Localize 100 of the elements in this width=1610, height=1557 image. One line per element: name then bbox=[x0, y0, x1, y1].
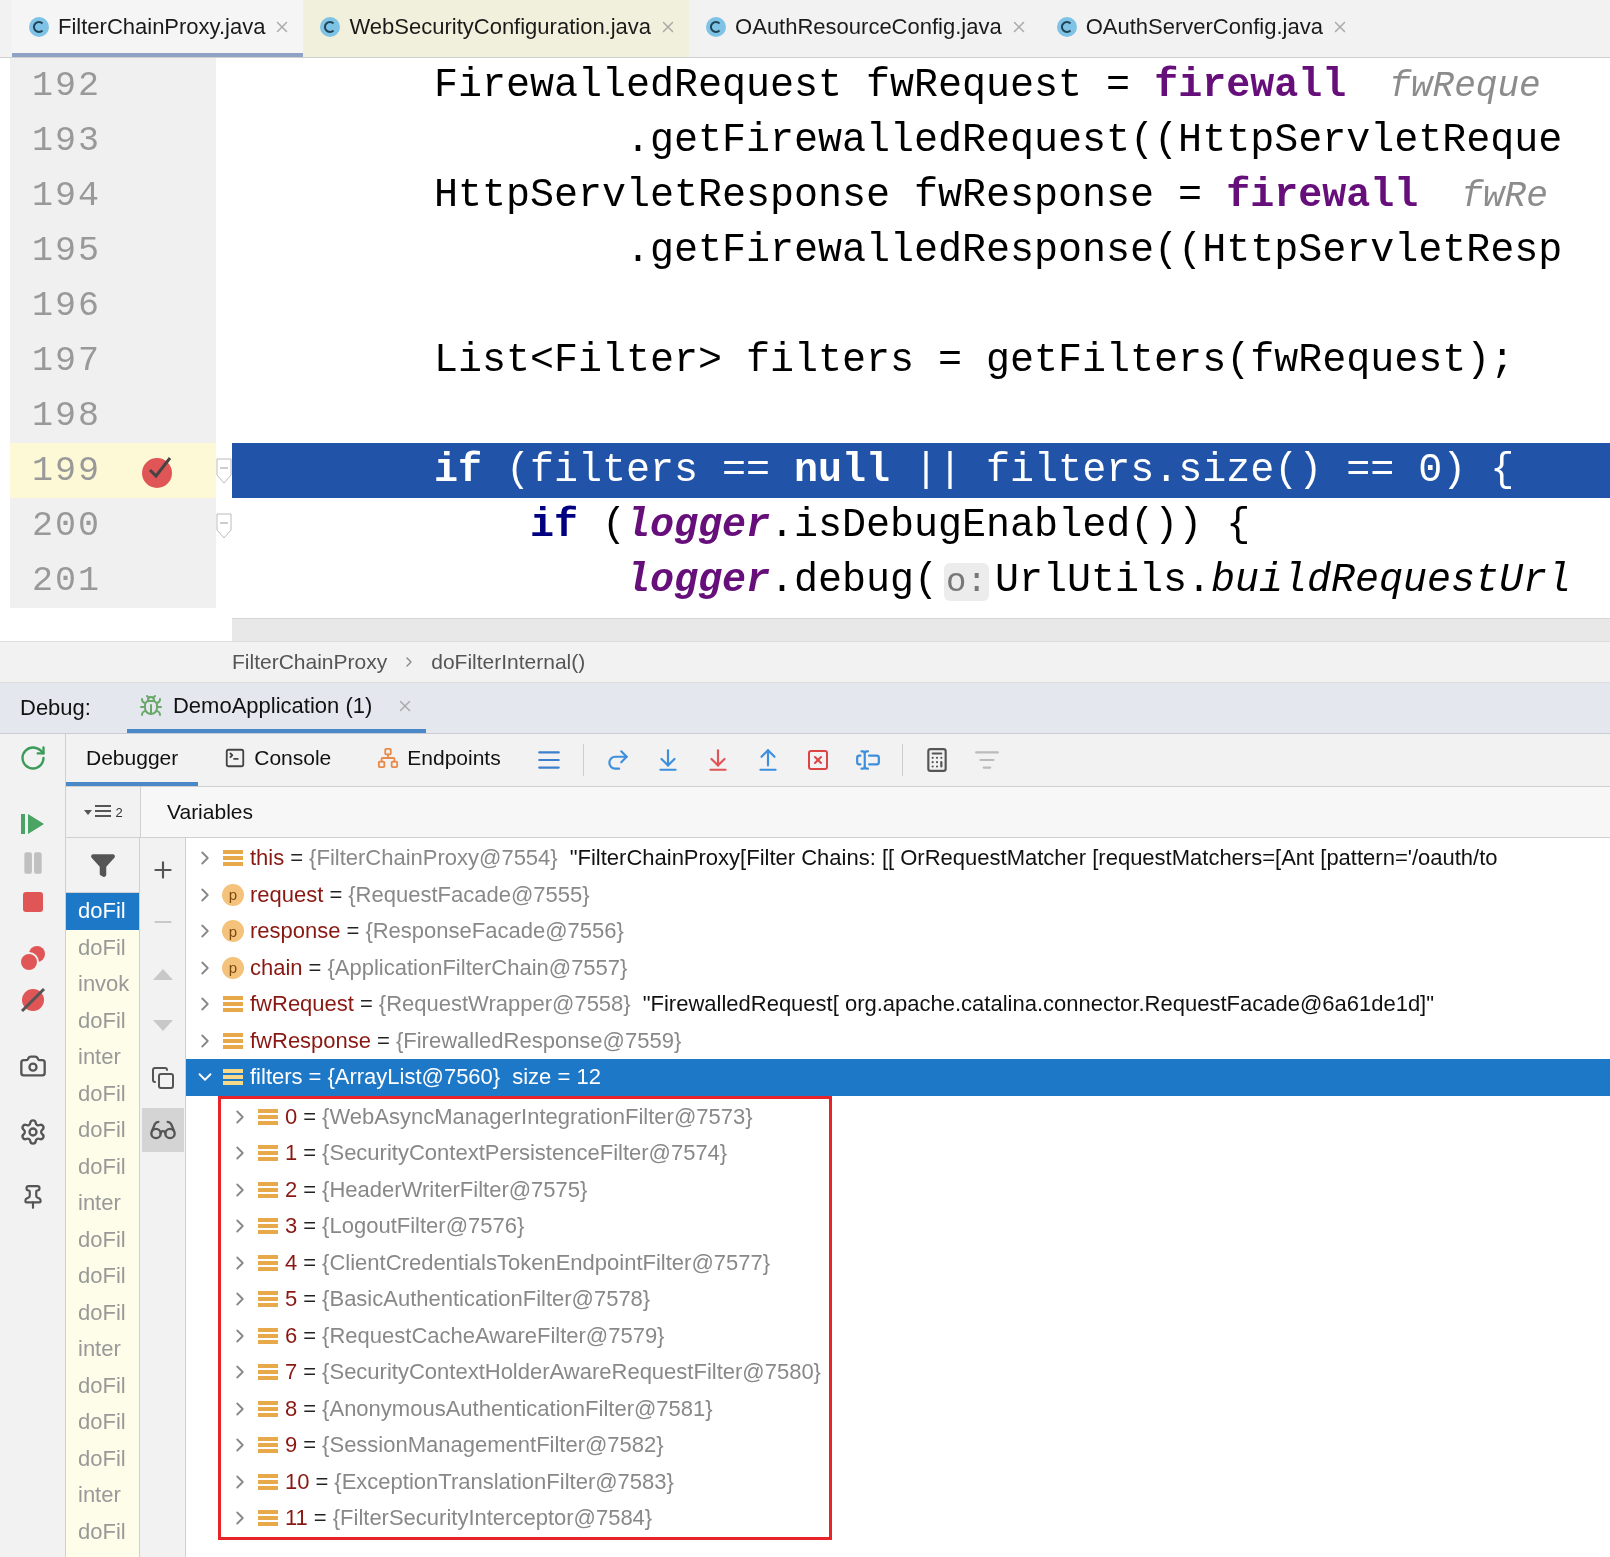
line-number: 195 bbox=[32, 230, 101, 271]
variable-type: {FilterChainProxy@7554} bbox=[309, 845, 558, 872]
variable-row[interactable]: this = {FilterChainProxy@7554} "FilterChainProxy[Filter Chains: [[ OrRequestMatcher [requestMatchers=[Ant [pattern='/oauth/to bbox=[186, 840, 1610, 877]
watches-toggle[interactable] bbox=[141, 1108, 184, 1152]
variable-name: 7 bbox=[285, 1359, 298, 1386]
field-icon bbox=[257, 1143, 279, 1164]
tab-label: Debugger bbox=[86, 746, 179, 770]
editor-tab[interactable]: WebSecurityConfiguration.java bbox=[303, 0, 690, 57]
variable-row[interactable]: p response = {ResponseFacade@7556} bbox=[186, 913, 1610, 950]
variable-row[interactable]: 9 = {SessionManagementFilter@7582} bbox=[221, 1427, 821, 1464]
variable-row[interactable]: 11 = {FilterSecurityInterceptor@7584} bbox=[221, 1500, 821, 1537]
line-number: 201 bbox=[32, 560, 101, 601]
copy-icon[interactable] bbox=[150, 1066, 175, 1090]
tab-label: DemoApplication (1) bbox=[172, 693, 373, 719]
mute-breakpoints-icon[interactable] bbox=[18, 986, 47, 1014]
variable-row[interactable]: 2 = {HeaderWriterFilter@7575} bbox=[221, 1171, 821, 1208]
variable-type: {RequestCacheAwareFilter@7579} bbox=[322, 1322, 665, 1349]
line-number: 192 bbox=[32, 65, 101, 106]
fold-marker-icon[interactable] bbox=[216, 512, 232, 539]
equals-sign: = bbox=[303, 1176, 317, 1203]
variable-type: {AnonymousAuthenticationFilter@7581} bbox=[322, 1395, 713, 1422]
debugger-tab[interactable]: Endpoints bbox=[357, 734, 521, 786]
horizontal-scrollbar[interactable] bbox=[232, 618, 1610, 641]
class-icon bbox=[28, 15, 50, 38]
layout-button[interactable]: 2 bbox=[83, 803, 123, 821]
code-line: logger.debug( o: UrlUtils.buildRequestUrl bbox=[625, 558, 1571, 603]
code-line: if (logger.isDebugEnabled()) { bbox=[529, 503, 1251, 548]
variable-row[interactable]: 6 = {RequestCacheAwareFilter@7579} bbox=[221, 1317, 821, 1354]
field-icon bbox=[222, 848, 244, 869]
variable-name: 9 bbox=[285, 1432, 298, 1459]
variable-type: {ApplicationFilterChain@7557} bbox=[327, 954, 628, 981]
variable-name: fwRequest bbox=[250, 991, 354, 1018]
equals-sign: = bbox=[377, 1027, 390, 1054]
tab-label: Console bbox=[254, 746, 332, 770]
equals-sign: = bbox=[303, 1140, 317, 1167]
variable-name: 1 bbox=[285, 1140, 298, 1167]
field-icon bbox=[257, 1508, 279, 1529]
variable-row[interactable]: 0 = {WebAsyncManagerIntegrationFilter@7573} bbox=[221, 1098, 821, 1135]
filter-icon[interactable] bbox=[89, 852, 116, 878]
variable-type: {FilterSecurityInterceptor@7584} bbox=[332, 1505, 653, 1532]
class-icon bbox=[1055, 15, 1078, 38]
run-to-cursor-icon[interactable] bbox=[854, 747, 881, 773]
variable-row[interactable]: p chain = {ApplicationFilterChain@7557} bbox=[186, 949, 1610, 986]
tab-label: OAuthServerConfig.java bbox=[1085, 13, 1323, 40]
equals-sign: = bbox=[329, 881, 343, 908]
equals-sign: = bbox=[359, 991, 373, 1018]
variable-name: filters bbox=[250, 1064, 303, 1091]
variable-row[interactable]: 1 = {SecurityContextPersistenceFilter@7574} bbox=[221, 1135, 821, 1172]
variable-name: fwResponse bbox=[250, 1027, 372, 1054]
variable-name: response bbox=[250, 918, 341, 945]
breadcrumb[interactable]: doFilterInternal() bbox=[431, 650, 586, 674]
breadcrumb[interactable]: FilterChainProxy bbox=[232, 650, 388, 674]
variable-name: request bbox=[250, 881, 324, 908]
variable-row[interactable]: 5 = {BasicAuthenticationFilter@7578} bbox=[221, 1281, 821, 1318]
variable-name: chain bbox=[250, 954, 303, 981]
parameter-icon: p bbox=[222, 883, 244, 906]
equals-sign: = bbox=[313, 1505, 327, 1532]
variable-type: {SecurityContextPersistenceFilter@7574} bbox=[322, 1140, 728, 1167]
variable-value: size = 12 bbox=[512, 1064, 601, 1091]
rerun-icon[interactable] bbox=[18, 744, 47, 772]
field-icon bbox=[257, 1179, 279, 1200]
equals-sign: = bbox=[303, 1395, 317, 1422]
variable-row[interactable]: 8 = {AnonymousAuthenticationFilter@7581} bbox=[221, 1390, 821, 1427]
field-icon bbox=[257, 1435, 279, 1456]
tab-label: Endpoints bbox=[407, 746, 501, 770]
variable-name: 2 bbox=[285, 1176, 298, 1203]
variable-name: 0 bbox=[285, 1103, 298, 1130]
equals-sign: = bbox=[303, 1103, 317, 1130]
variable-row[interactable]: p request = {RequestFacade@7555} bbox=[186, 876, 1610, 913]
breakpoints-icon[interactable] bbox=[18, 944, 47, 972]
drop-frame-icon[interactable] bbox=[805, 748, 830, 772]
line-number: 199 bbox=[32, 450, 101, 491]
equals-sign: = bbox=[303, 1432, 317, 1459]
variable-type: {ResponseFacade@7556} bbox=[365, 918, 624, 945]
variable-row[interactable]: fwRequest = {RequestWrapper@7558} "FirewalledRequest[ org.apache.catalina.connector.RequestFacade@6a61de1d]" bbox=[186, 986, 1610, 1023]
line-number: 197 bbox=[32, 340, 101, 381]
tab-label: WebSecurityConfiguration.java bbox=[349, 13, 652, 40]
variable-row[interactable]: 7 = {SecurityContextHolderAwareRequestFilter@7580} bbox=[221, 1354, 821, 1391]
equals-sign: = bbox=[303, 1213, 317, 1240]
equals-sign: = bbox=[308, 1064, 322, 1091]
variable-row[interactable]: filters = {ArrayList@7560} size = 12 bbox=[186, 1059, 1610, 1096]
field-icon bbox=[222, 994, 244, 1015]
fold-marker-icon[interactable] bbox=[216, 457, 232, 484]
field-icon bbox=[257, 1216, 279, 1237]
equals-sign: = bbox=[303, 1286, 317, 1313]
class-icon bbox=[705, 15, 728, 38]
line-number: 196 bbox=[32, 285, 101, 326]
line-number: 194 bbox=[32, 175, 101, 216]
stop-icon[interactable] bbox=[20, 890, 45, 914]
variable-row[interactable]: 4 = {ClientCredentialsTokenEndpointFilter@7577} bbox=[221, 1244, 821, 1281]
field-icon bbox=[222, 1030, 244, 1051]
stack-frame[interactable]: doFil bbox=[66, 893, 139, 930]
variable-row[interactable]: 10 = {ExceptionTranslationFilter@7583} bbox=[221, 1463, 821, 1500]
bug-icon bbox=[138, 694, 163, 718]
variable-row[interactable]: fwResponse = {FirewalledResponse@7559} bbox=[186, 1022, 1610, 1059]
resume-icon[interactable] bbox=[19, 812, 46, 836]
debugger-tab[interactable]: Console bbox=[204, 734, 352, 786]
settings-icon[interactable] bbox=[18, 1118, 47, 1146]
variable-row[interactable]: 3 = {LogoutFilter@7576} bbox=[221, 1208, 821, 1245]
code-line: List<Filter> filters = getFilters(fwRequest); bbox=[434, 338, 1515, 383]
